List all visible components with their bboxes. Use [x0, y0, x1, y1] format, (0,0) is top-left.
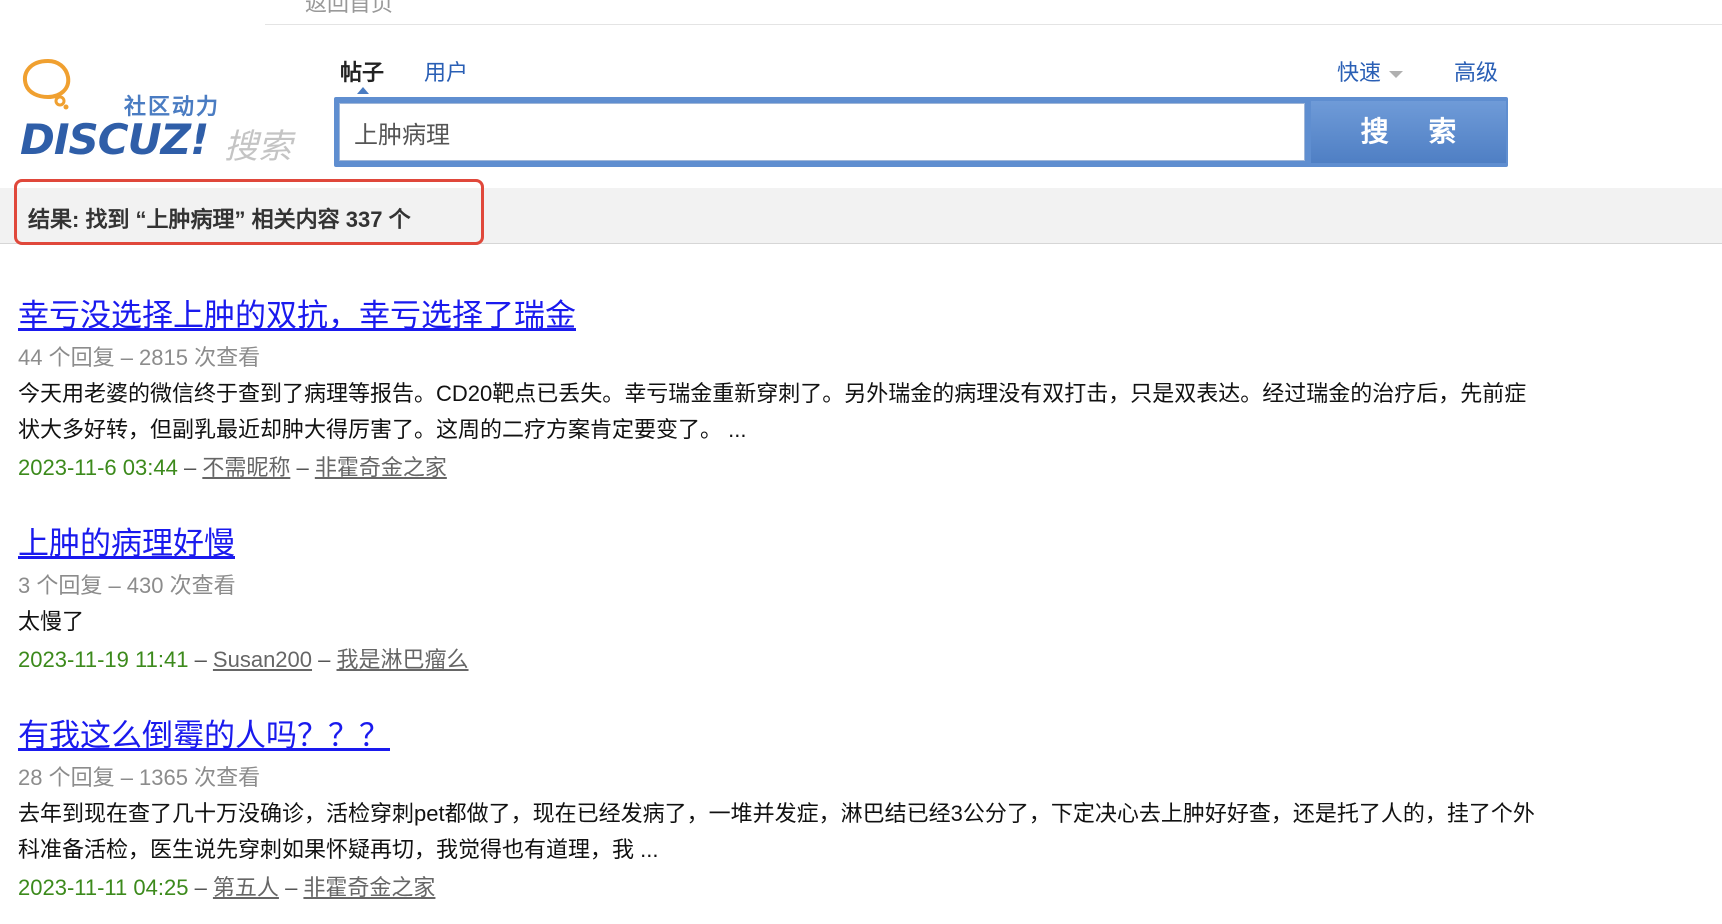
result-date: 2023-11-11 04:25 [18, 875, 189, 900]
result-item: 幸亏没选择上肿的双抗，幸亏选择了瑞金 44 个回复 – 2815 次查看 今天用… [18, 290, 1538, 482]
back-home-link[interactable]: 返回首页 [305, 0, 393, 18]
result-stats: 3 个回复 – 430 次查看 [18, 573, 236, 598]
result-forum-link[interactable]: 非霍奇金之家 [303, 875, 435, 900]
search-button[interactable]: 搜 索 [1311, 101, 1506, 163]
advanced-search-link[interactable]: 高级 [1454, 55, 1498, 87]
result-snippet: 太慢了 [18, 609, 85, 634]
active-tab-indicator [357, 87, 369, 94]
tab-users[interactable]: 用户 [424, 55, 468, 87]
result-author-link[interactable]: 第五人 [213, 875, 279, 900]
tab-posts[interactable]: 帖子 [340, 55, 384, 87]
result-info: 2023-11-19 11:41 – Susan200 – 我是淋巴瘤么 [18, 647, 469, 672]
discuz-logo[interactable]: 社区动力 DISCUZ! 搜索 [18, 55, 298, 167]
result-info: 2023-11-11 04:25 – 第五人 – 非霍奇金之家 [18, 875, 436, 900]
result-forum-link[interactable]: 我是淋巴瘤么 [337, 647, 469, 672]
result-title-link[interactable]: 幸亏没选择上肿的双抗，幸亏选择了瑞金 [18, 290, 576, 335]
top-nav-bar: 返回首页 [265, 0, 1722, 25]
logo-search-text: 搜索 [224, 127, 292, 167]
search-bar: 搜 索 [334, 97, 1508, 167]
result-author-link[interactable]: 不需昵称 [202, 455, 290, 480]
result-stats: 44 个回复 – 2815 次查看 [18, 345, 261, 370]
result-stats: 28 个回复 – 1365 次查看 [18, 765, 261, 790]
result-item: 有我这么倒霉的人吗？？？ 28 个回复 – 1365 次查看 去年到现在查了几十… [18, 710, 1538, 902]
result-info: 2023-11-6 03:44 – 不需昵称 – 非霍奇金之家 [18, 455, 447, 480]
result-title-link[interactable]: 上肿的病理好慢 [18, 518, 235, 563]
result-list: 幸亏没选择上肿的双抗，幸亏选择了瑞金 44 个回复 – 2815 次查看 今天用… [18, 290, 1538, 902]
logo-brand-text: DISCUZ! [20, 115, 209, 164]
quick-search-dropdown[interactable]: 快速 [1337, 55, 1404, 87]
result-title-link[interactable]: 有我这么倒霉的人吗？？？ [18, 710, 390, 755]
result-date: 2023-11-6 03:44 [18, 455, 178, 480]
result-item: 上肿的病理好慢 3 个回复 – 430 次查看 太慢了 2023-11-19 1… [18, 518, 1538, 674]
result-snippet: 今天用老婆的微信终于查到了病理等报告。CD20靶点已丢失。幸亏瑞金重新穿刺了。另… [18, 381, 1527, 442]
quick-search-label: 快速 [1337, 60, 1382, 85]
chevron-down-icon [1389, 70, 1404, 78]
result-author-link[interactable]: Susan200 [213, 647, 312, 672]
result-snippet: 去年到现在查了几十万没确诊，活检穿刺pet都做了，现在已经发病了，一堆并发症，淋… [18, 801, 1535, 862]
result-forum-link[interactable]: 非霍奇金之家 [315, 455, 447, 480]
search-input[interactable] [339, 103, 1305, 161]
highlight-box [14, 179, 484, 245]
result-date: 2023-11-19 11:41 [18, 647, 189, 672]
